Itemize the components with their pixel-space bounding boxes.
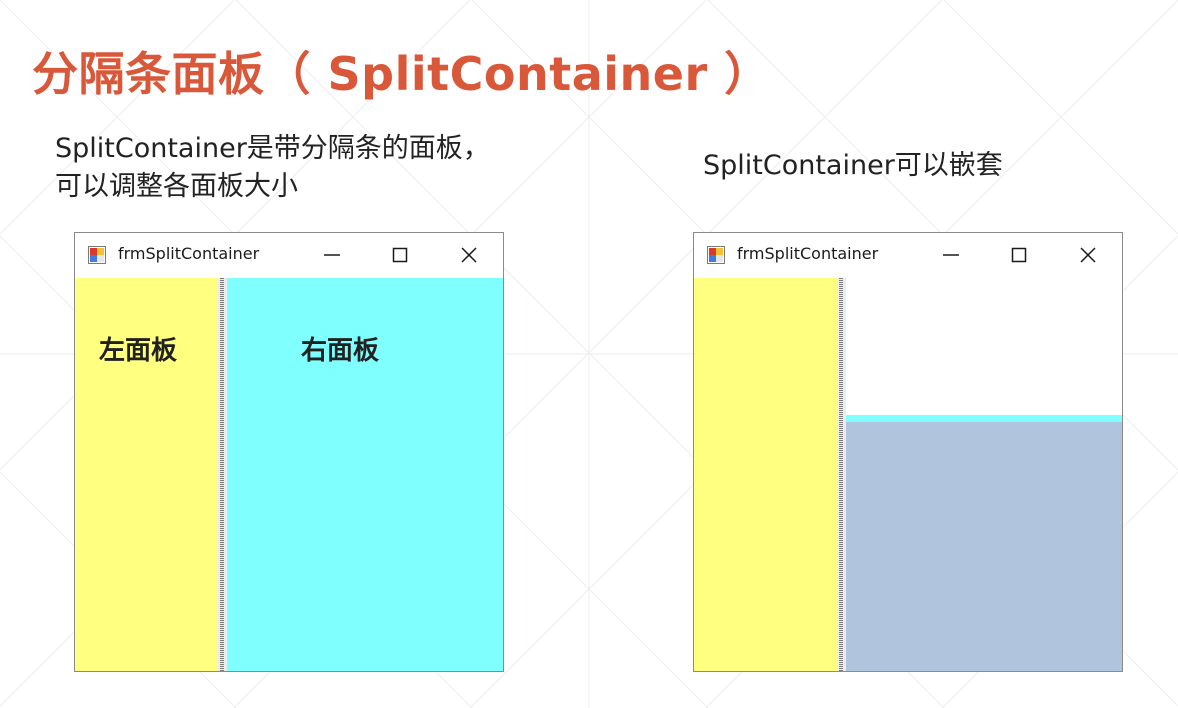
close-button[interactable] bbox=[1064, 239, 1112, 271]
right-panel: 右面板 bbox=[227, 278, 503, 671]
window-titlebar[interactable]: frmSplitContainer bbox=[694, 233, 1122, 278]
right-panel-label: 右面板 bbox=[301, 336, 380, 366]
caption-left-line-2: 可以调整各面板大小 bbox=[55, 171, 298, 202]
splitter-grip bbox=[839, 278, 843, 671]
nested-bottom-panel bbox=[846, 422, 1122, 671]
app-form-icon bbox=[88, 246, 106, 264]
caption-left: SplitContainer是带分隔条的面板， 可以调整各面板大小 bbox=[55, 130, 490, 206]
nested-top-panel bbox=[846, 278, 1122, 415]
window-title: frmSplitContainer bbox=[737, 244, 879, 263]
minimize-button[interactable] bbox=[927, 239, 975, 271]
left-panel bbox=[694, 278, 837, 671]
vertical-splitter[interactable] bbox=[218, 278, 227, 671]
window-titlebar[interactable]: frmSplitContainer bbox=[75, 233, 503, 278]
caption-left-line-1: SplitContainer是带分隔条的面板， bbox=[55, 133, 490, 164]
window-title: frmSplitContainer bbox=[118, 244, 260, 263]
maximize-button[interactable] bbox=[376, 239, 424, 271]
nested-horizontal-splitter[interactable] bbox=[846, 415, 1122, 422]
window-client-area: 左面板 右面板 bbox=[75, 278, 503, 671]
maximize-icon bbox=[1011, 247, 1027, 263]
vertical-splitter[interactable] bbox=[837, 278, 846, 671]
window-split-container: frmSplitContainer 左面板 右面板 bbox=[74, 232, 504, 672]
close-icon bbox=[1080, 247, 1096, 263]
close-button[interactable] bbox=[445, 239, 493, 271]
app-form-icon bbox=[707, 246, 725, 264]
minimize-icon bbox=[943, 254, 959, 256]
window-nested-split-container: frmSplitContainer bbox=[693, 232, 1123, 672]
caption-right: SplitContainer可以嵌套 bbox=[703, 150, 1003, 181]
minimize-button[interactable] bbox=[308, 239, 356, 271]
window-client-area bbox=[694, 278, 1122, 671]
left-panel: 左面板 bbox=[75, 278, 218, 671]
splitter-grip bbox=[220, 278, 224, 671]
maximize-icon bbox=[392, 247, 408, 263]
close-icon bbox=[461, 247, 477, 263]
left-panel-label: 左面板 bbox=[99, 336, 178, 366]
minimize-icon bbox=[324, 254, 340, 256]
maximize-button[interactable] bbox=[995, 239, 1043, 271]
slide-title: 分隔条面板（ SplitContainer ） bbox=[32, 47, 771, 101]
